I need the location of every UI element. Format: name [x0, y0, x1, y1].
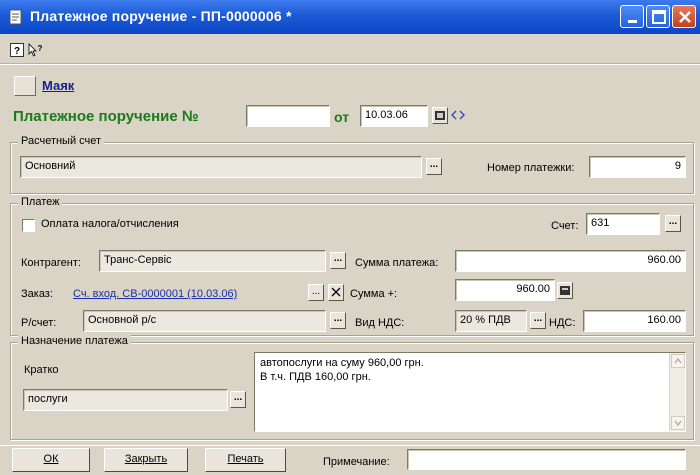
- current-account-label: Р/счет:: [21, 317, 57, 329]
- help-icon[interactable]: ?: [10, 43, 24, 57]
- gl-account-field[interactable]: 631: [586, 213, 660, 235]
- close-window-button[interactable]: [672, 5, 696, 28]
- payment-group-title: Платеж: [18, 196, 63, 208]
- bank-account-select-button[interactable]: ...: [426, 158, 442, 175]
- note-field[interactable]: [407, 449, 686, 470]
- calculator-button[interactable]: [557, 282, 573, 299]
- calendar-icon: [435, 111, 445, 120]
- gl-account-select-button[interactable]: ...: [665, 215, 681, 232]
- organization-select-button[interactable]: [14, 76, 36, 96]
- ok-button[interactable]: ОК: [12, 448, 90, 472]
- vat-label: НДС:: [549, 317, 576, 329]
- document-title: Платежное поручение №: [13, 108, 199, 125]
- vat-type-label: Вид НДС:: [355, 317, 405, 329]
- order-select-button[interactable]: ...: [308, 284, 324, 301]
- date-label: от: [334, 109, 350, 125]
- contractor-label: Контрагент:: [21, 257, 81, 269]
- chevron-up-icon: [674, 357, 682, 364]
- close-button-label: Закрыть: [124, 453, 168, 465]
- sum-plus-label: Сумма +:: [350, 288, 398, 300]
- minimize-icon: [628, 20, 637, 23]
- print-button-label: Печать: [227, 453, 264, 465]
- note-label: Примечание:: [323, 456, 390, 468]
- payment-number-field[interactable]: 9: [589, 156, 686, 178]
- order-clear-button[interactable]: [328, 284, 344, 301]
- purpose-group-title: Назначение платежа: [18, 335, 131, 347]
- bank-account-field[interactable]: Основний: [20, 156, 422, 178]
- clear-icon: [331, 287, 341, 297]
- payment-amount-field[interactable]: 960.00: [455, 250, 686, 272]
- sum-plus-field[interactable]: 960.00: [455, 279, 555, 301]
- title-bar: Платежное поручение - ПП-0000006 *: [0, 0, 700, 34]
- vat-type-field[interactable]: 20 % ПДВ: [455, 310, 527, 332]
- maximize-icon: [652, 10, 666, 24]
- brief-select-button[interactable]: ...: [230, 391, 246, 408]
- svg-text:?: ?: [14, 46, 20, 57]
- toolbar: ? ?: [0, 34, 700, 64]
- minimize-button[interactable]: [620, 5, 644, 28]
- whats-this-icon[interactable]: ?: [28, 43, 44, 57]
- account-group-title: Расчетный счет: [18, 135, 105, 147]
- scroll-down-button[interactable]: [671, 416, 685, 430]
- current-account-select-button[interactable]: ...: [330, 312, 346, 329]
- organization-link[interactable]: Маяк: [42, 78, 74, 93]
- order-label: Заказ:: [21, 288, 53, 300]
- close-icon: [679, 11, 691, 23]
- order-link[interactable]: Сч. вход. СВ-0000001 (10.03.06): [73, 288, 237, 300]
- brief-label: Кратко: [24, 364, 59, 376]
- vat-amount-field[interactable]: 160.00: [583, 310, 686, 332]
- purpose-textarea[interactable]: автопослуги на суму 960,00 грн. В т.ч. П…: [254, 352, 686, 432]
- current-account-field[interactable]: Основной р/с: [83, 310, 326, 332]
- gl-account-label: Счет:: [551, 220, 579, 232]
- brief-field[interactable]: послуги: [23, 389, 228, 411]
- contractor-select-button[interactable]: ...: [330, 252, 346, 269]
- tax-payment-label: Оплата налога/отчисления: [41, 218, 179, 230]
- maximize-button[interactable]: [646, 5, 670, 28]
- calculator-icon: [560, 286, 570, 295]
- tax-payment-checkbox[interactable]: [22, 219, 35, 232]
- chevron-down-icon: [674, 420, 682, 427]
- calendar-button[interactable]: [432, 107, 448, 124]
- document-number-field[interactable]: [246, 105, 330, 127]
- document-icon: [9, 9, 22, 25]
- separator: [0, 64, 700, 66]
- scroll-up-button[interactable]: [671, 354, 685, 368]
- svg-text:?: ?: [38, 44, 43, 53]
- close-button[interactable]: Закрыть: [104, 448, 188, 472]
- document-date-field[interactable]: 10.03.06: [360, 105, 428, 127]
- vat-type-select-button[interactable]: ...: [530, 312, 546, 329]
- purpose-text-line2: В т.ч. ПДВ 160,00 грн.: [260, 371, 371, 383]
- payment-number-label: Номер платежки:: [487, 162, 575, 174]
- purpose-scrollbar[interactable]: [669, 353, 685, 431]
- purpose-text-line1: автопослуги на суму 960,00 грн.: [260, 357, 424, 369]
- print-button[interactable]: Печать: [205, 448, 286, 472]
- history-arrows-icon[interactable]: [451, 110, 465, 120]
- ok-button-label: ОК: [43, 453, 59, 465]
- payment-amount-label: Сумма платежа:: [355, 257, 439, 269]
- window-title: Платежное поручение - ПП-0000006 *: [30, 8, 292, 24]
- contractor-field[interactable]: Транс-Сервіс: [99, 250, 326, 272]
